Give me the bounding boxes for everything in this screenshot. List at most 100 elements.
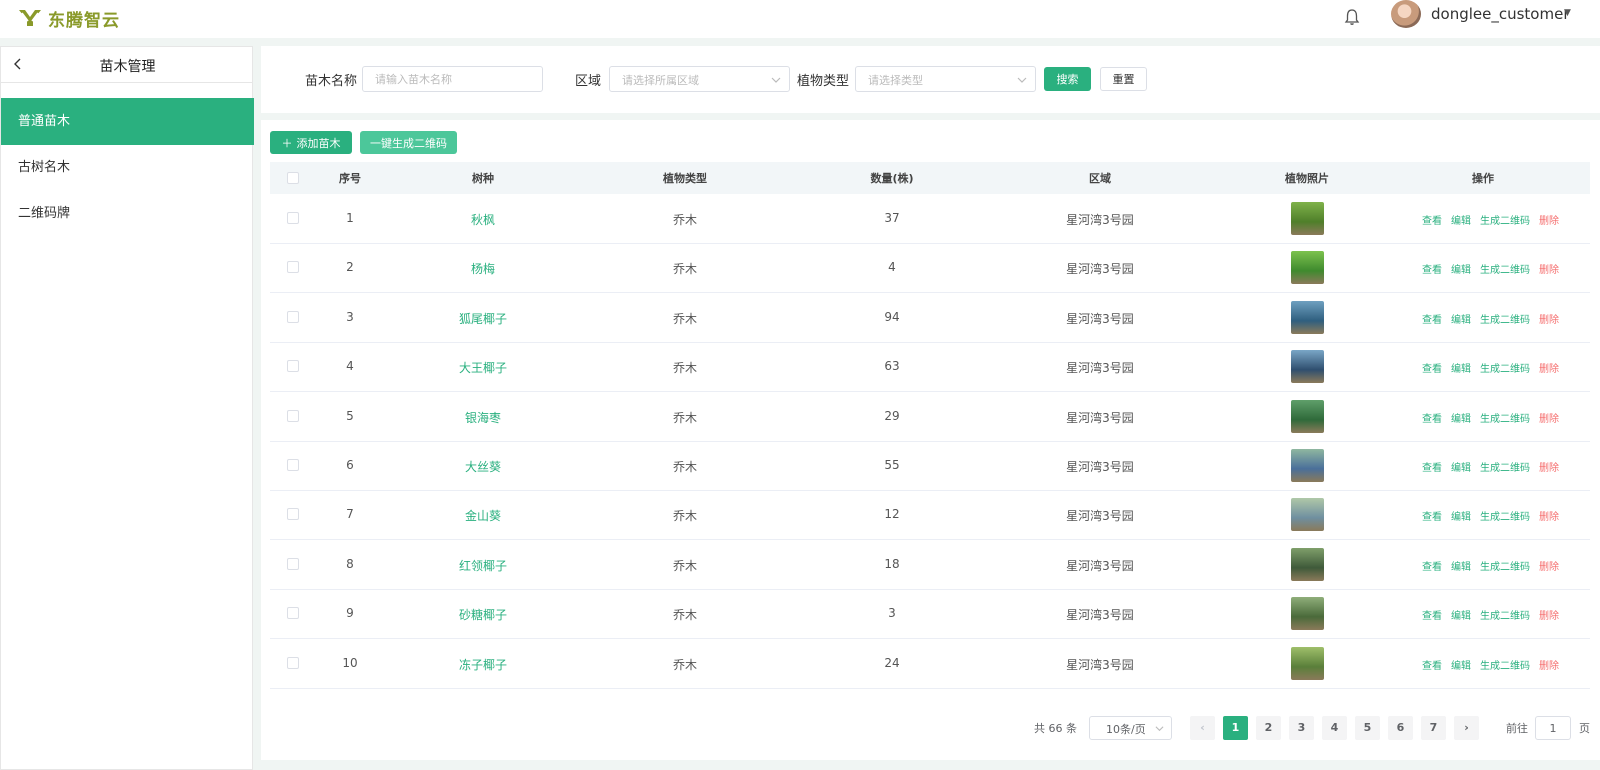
plant-photo-thumbnail[interactable]: [1291, 202, 1324, 235]
sidebar-item-regular-seedlings[interactable]: 普通苗木: [1, 98, 254, 145]
delete-link[interactable]: 删除: [1539, 558, 1559, 573]
chevron-right-icon: ›: [1464, 721, 1469, 734]
cell-species[interactable]: 银海枣: [433, 409, 533, 426]
page-button-6[interactable]: 6: [1388, 716, 1413, 740]
generate-qr-link[interactable]: 生成二维码: [1480, 212, 1530, 227]
page-button-7[interactable]: 7: [1421, 716, 1446, 740]
plant-photo-thumbnail[interactable]: [1291, 548, 1324, 581]
view-link[interactable]: 查看: [1422, 657, 1442, 672]
edit-link[interactable]: 编辑: [1451, 212, 1471, 227]
generate-qr-link[interactable]: 生成二维码: [1480, 508, 1530, 523]
area-select[interactable]: 请选择所属区域: [609, 66, 790, 92]
delete-link[interactable]: 删除: [1539, 311, 1559, 326]
sidebar-item-qr-plates[interactable]: 二维码牌: [1, 190, 254, 237]
cell-species[interactable]: 大王椰子: [433, 359, 533, 376]
plant-photo-thumbnail[interactable]: [1291, 647, 1324, 680]
cell-species[interactable]: 冻子椰子: [433, 656, 533, 673]
generate-qr-link[interactable]: 生成二维码: [1480, 558, 1530, 573]
cell-species[interactable]: 狐尾椰子: [433, 310, 533, 327]
row-checkbox[interactable]: [287, 459, 299, 471]
delete-link[interactable]: 删除: [1539, 410, 1559, 425]
type-select[interactable]: 请选择类型: [855, 66, 1036, 92]
delete-link[interactable]: 删除: [1539, 459, 1559, 474]
prev-page-button[interactable]: ‹: [1190, 716, 1215, 740]
delete-link[interactable]: 删除: [1539, 212, 1559, 227]
view-link[interactable]: 查看: [1422, 558, 1442, 573]
edit-link[interactable]: 编辑: [1451, 360, 1471, 375]
cell-species[interactable]: 金山葵: [433, 507, 533, 524]
view-link[interactable]: 查看: [1422, 360, 1442, 375]
generate-qr-link[interactable]: 生成二维码: [1480, 261, 1530, 276]
table-row: 3 狐尾椰子 乔木 94 星河湾3号园 查看 编辑 生成二维码 删除: [270, 293, 1590, 343]
delete-link[interactable]: 删除: [1539, 261, 1559, 276]
delete-link[interactable]: 删除: [1539, 508, 1559, 523]
edit-link[interactable]: 编辑: [1451, 607, 1471, 622]
row-checkbox[interactable]: [287, 508, 299, 520]
edit-link[interactable]: 编辑: [1451, 558, 1471, 573]
edit-link[interactable]: 编辑: [1451, 410, 1471, 425]
avatar[interactable]: [1391, 0, 1421, 28]
row-checkbox[interactable]: [287, 657, 299, 669]
sidebar-item-ancient-trees[interactable]: 古树名木: [1, 144, 254, 191]
generate-qr-link[interactable]: 生成二维码: [1480, 360, 1530, 375]
cell-species[interactable]: 杨梅: [433, 260, 533, 277]
plant-photo-thumbnail[interactable]: [1291, 251, 1324, 284]
plant-photo-thumbnail[interactable]: [1291, 597, 1324, 630]
generate-qr-link[interactable]: 生成二维码: [1480, 607, 1530, 622]
view-link[interactable]: 查看: [1422, 311, 1442, 326]
next-page-button[interactable]: ›: [1454, 716, 1479, 740]
generate-qr-link[interactable]: 生成二维码: [1480, 410, 1530, 425]
edit-link[interactable]: 编辑: [1451, 261, 1471, 276]
reset-button[interactable]: 重置: [1100, 67, 1147, 91]
select-all-checkbox[interactable]: [287, 172, 299, 184]
page-button-5[interactable]: 5: [1355, 716, 1380, 740]
logo[interactable]: 东腾智云: [18, 6, 120, 31]
edit-link[interactable]: 编辑: [1451, 459, 1471, 474]
page-button-4[interactable]: 4: [1322, 716, 1347, 740]
row-checkbox[interactable]: [287, 261, 299, 273]
row-checkbox[interactable]: [287, 360, 299, 372]
plant-photo-thumbnail[interactable]: [1291, 498, 1324, 531]
delete-link[interactable]: 删除: [1539, 360, 1559, 375]
generate-qr-link[interactable]: 生成二维码: [1480, 657, 1530, 672]
row-checkbox[interactable]: [287, 212, 299, 224]
goto-page-input[interactable]: [1535, 716, 1571, 740]
name-search-input[interactable]: [362, 66, 543, 92]
page-button-1[interactable]: 1: [1223, 716, 1248, 740]
page-button-2[interactable]: 2: [1256, 716, 1281, 740]
plant-photo-thumbnail[interactable]: [1291, 301, 1324, 334]
view-link[interactable]: 查看: [1422, 459, 1442, 474]
row-checkbox[interactable]: [287, 410, 299, 422]
generate-qr-link[interactable]: 生成二维码: [1480, 459, 1530, 474]
delete-link[interactable]: 删除: [1539, 607, 1559, 622]
page-size-select[interactable]: 10条/页: [1089, 716, 1172, 740]
view-link[interactable]: 查看: [1422, 261, 1442, 276]
delete-link[interactable]: 删除: [1539, 657, 1559, 672]
plant-photo-thumbnail[interactable]: [1291, 400, 1324, 433]
row-checkbox[interactable]: [287, 607, 299, 619]
username[interactable]: donglee_customer: [1431, 5, 1570, 23]
generate-all-qr-button[interactable]: 一键生成二维码: [360, 131, 457, 154]
row-checkbox[interactable]: [287, 558, 299, 570]
search-button[interactable]: 搜索: [1044, 67, 1091, 91]
cell-species[interactable]: 红领椰子: [433, 557, 533, 574]
plant-photo-thumbnail[interactable]: [1291, 350, 1324, 383]
cell-species[interactable]: 砂糖椰子: [433, 606, 533, 623]
caret-down-icon[interactable]: ▼: [1564, 8, 1571, 18]
page-button-3[interactable]: 3: [1289, 716, 1314, 740]
plant-photo-thumbnail[interactable]: [1291, 449, 1324, 482]
view-link[interactable]: 查看: [1422, 508, 1442, 523]
cell-species[interactable]: 秋枫: [433, 211, 533, 228]
view-link[interactable]: 查看: [1422, 212, 1442, 227]
generate-qr-link[interactable]: 生成二维码: [1480, 311, 1530, 326]
edit-link[interactable]: 编辑: [1451, 657, 1471, 672]
view-link[interactable]: 查看: [1422, 410, 1442, 425]
edit-link[interactable]: 编辑: [1451, 311, 1471, 326]
edit-link[interactable]: 编辑: [1451, 508, 1471, 523]
add-seedling-button[interactable]: ＋ 添加苗木: [270, 131, 352, 154]
row-checkbox[interactable]: [287, 311, 299, 323]
cell-no: 6: [346, 458, 354, 472]
cell-species[interactable]: 大丝葵: [433, 458, 533, 475]
bell-icon[interactable]: [1343, 8, 1361, 26]
view-link[interactable]: 查看: [1422, 607, 1442, 622]
